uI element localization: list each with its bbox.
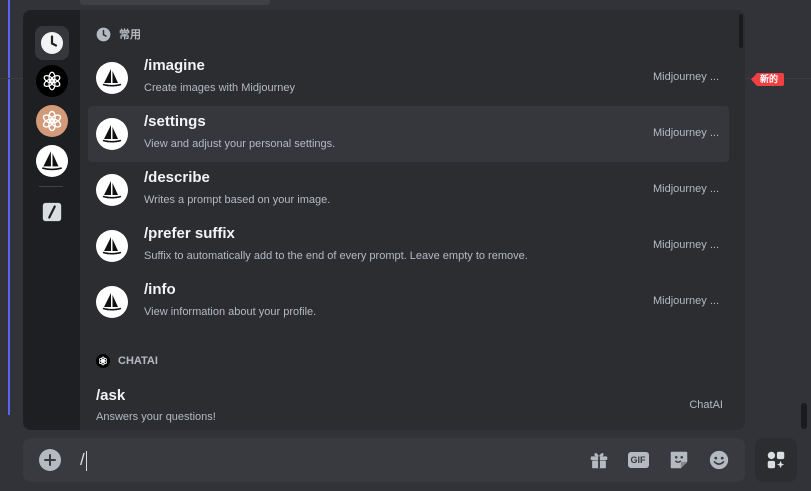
text-caret — [85, 450, 87, 471]
sticker-icon — [670, 451, 688, 469]
plus-icon — [44, 454, 56, 466]
avatar — [96, 118, 128, 150]
gif-button[interactable]: GIF — [626, 448, 650, 472]
command-description: View information about your profile. — [144, 306, 317, 318]
avatar — [96, 286, 128, 318]
midjourney-logo-icon — [102, 69, 122, 87]
gift-icon — [590, 453, 608, 469]
command-description: Suffix to automatically add to the end o… — [144, 250, 528, 262]
command-name: /info — [144, 281, 176, 298]
section-header-chatai: CHATAI — [96, 354, 158, 368]
apps-icon — [767, 451, 785, 469]
slash-command-popup: 常用 /imagine Create images with Midjourne… — [23, 10, 745, 430]
command-source: ChatAI — [689, 399, 723, 411]
avatar — [96, 62, 128, 94]
app-rail — [23, 10, 80, 430]
command-item[interactable]: /imagine Create images with Midjourney M… — [88, 50, 729, 106]
command-description: Create images with Midjourney — [144, 82, 296, 94]
chatgpt-app-button[interactable] — [36, 65, 68, 97]
chatai-avatar — [96, 354, 110, 368]
section-title: 常用 — [119, 29, 141, 41]
emoji-button[interactable] — [707, 448, 731, 472]
message-composer: / GIF — [23, 438, 745, 482]
command-description: View and adjust your personal settings. — [144, 138, 336, 150]
upload-button[interactable] — [39, 449, 61, 471]
clock-icon — [96, 27, 111, 41]
command-item[interactable]: /info View information about your profil… — [88, 274, 729, 330]
new-messages-badge[interactable]: 新的 — [751, 73, 785, 86]
midjourney-logo-icon — [102, 181, 122, 199]
avatar — [96, 174, 128, 206]
command-source: Midjourney ... — [652, 295, 719, 307]
midjourney-logo-icon — [102, 237, 122, 255]
section-header-frequent: 常用 — [96, 26, 141, 42]
command-name: /ask — [96, 387, 126, 404]
claude-app-button[interactable] — [36, 105, 68, 137]
command-source: Midjourney ... — [652, 71, 719, 83]
command-item[interactable]: /prefer suffix Suffix to automatically a… — [88, 218, 729, 274]
command-list: 常用 /imagine Create images with Midjourne… — [80, 10, 745, 430]
apps-button[interactable] — [755, 438, 797, 482]
command-name: /prefer suffix — [144, 225, 235, 242]
midjourney-logo-icon — [102, 293, 122, 311]
midjourney-logo-icon — [42, 151, 62, 171]
command-name: /imagine — [144, 57, 205, 74]
command-source: Midjourney ... — [652, 127, 719, 139]
avatar — [96, 230, 128, 262]
recent-commands-button[interactable] — [35, 26, 69, 60]
gift-button[interactable] — [587, 448, 611, 472]
command-name: /settings — [144, 113, 206, 130]
chatgpt-logo-icon — [43, 71, 61, 91]
clock-icon — [41, 32, 63, 54]
command-item[interactable]: /settings View and adjust your personal … — [88, 106, 729, 162]
chat-scrollbar[interactable] — [801, 403, 807, 429]
slash-command-icon — [42, 202, 62, 222]
command-description: Writes a prompt based on your image. — [144, 194, 331, 206]
claude-logo-icon — [42, 110, 62, 132]
rail-divider — [39, 186, 63, 187]
gif-icon: GIF — [627, 452, 649, 468]
section-title: CHATAI — [118, 355, 158, 367]
popup-scrollbar[interactable] — [739, 14, 743, 48]
chatgpt-logo-icon — [99, 356, 107, 366]
midjourney-logo-icon — [102, 125, 122, 143]
background-accent-line — [8, 0, 10, 415]
command-item[interactable]: /describe Writes a prompt based on your … — [88, 162, 729, 218]
builtin-commands-button[interactable] — [36, 196, 68, 228]
midjourney-app-button[interactable] — [36, 145, 68, 177]
command-source: Midjourney ... — [652, 183, 719, 195]
sticker-button[interactable] — [667, 448, 691, 472]
background-top-bar — [80, 0, 270, 5]
command-name: /describe — [144, 169, 210, 186]
message-input[interactable]: / — [80, 450, 87, 471]
message-input-value: / — [80, 450, 85, 469]
command-source: Midjourney ... — [652, 239, 719, 251]
emoji-icon — [709, 450, 729, 470]
command-description: Answers your questions! — [96, 411, 216, 423]
